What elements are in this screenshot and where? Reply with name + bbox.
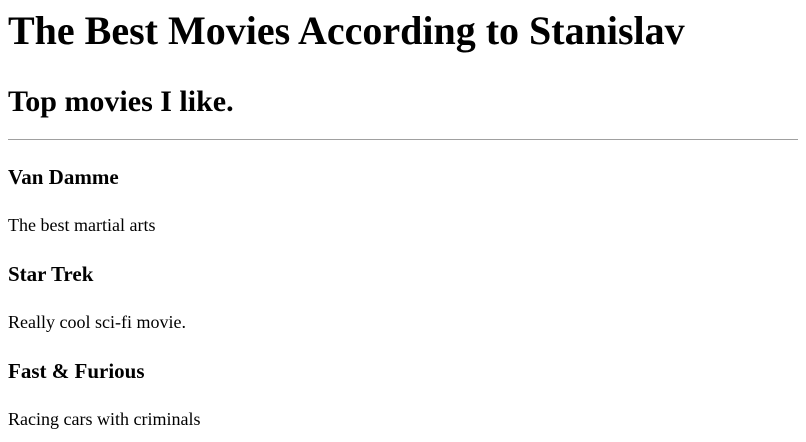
movie-title: Star Trek <box>8 262 94 286</box>
movie-item: Star Trek Really cool sci-fi movie. <box>8 236 798 333</box>
page: The Best Movies According to Stanislav T… <box>0 0 806 442</box>
movie-title: Van Damme <box>8 165 119 189</box>
movie-description: The best martial arts <box>8 215 156 235</box>
page-title: The Best Movies According to Stanislav <box>8 8 685 53</box>
movie-description: Racing cars with criminals <box>8 409 201 429</box>
movie-item: Van Damme The best martial arts <box>8 140 798 236</box>
page-subtitle: Top movies I like. <box>8 85 234 118</box>
movie-item: Fast & Furious Racing cars with criminal… <box>8 333 798 430</box>
movie-title: Fast & Furious <box>8 359 145 383</box>
movie-description: Really cool sci-fi movie. <box>8 312 186 332</box>
